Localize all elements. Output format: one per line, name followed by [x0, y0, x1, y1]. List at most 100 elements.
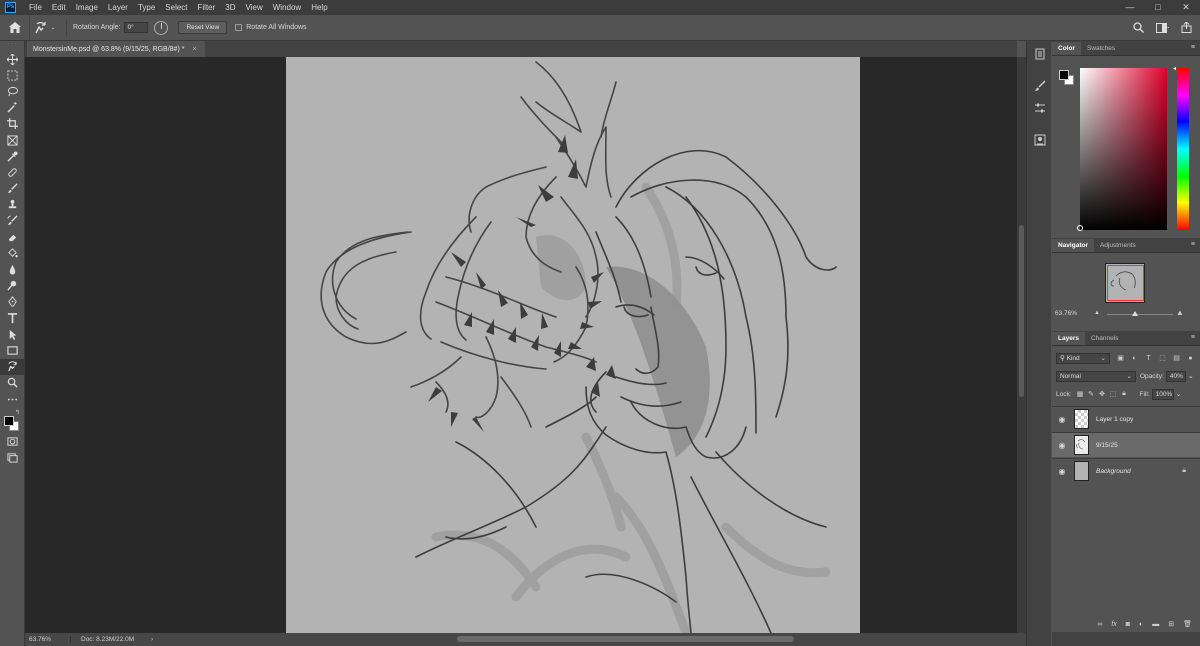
move-tool[interactable] [0, 51, 25, 67]
reset-view-button[interactable]: Reset View [178, 21, 228, 34]
add-mask-icon[interactable]: ◙ [1126, 621, 1130, 628]
blend-mode-select[interactable]: Normal ⌄ [1056, 370, 1136, 382]
vertical-scroll-thumb[interactable] [1019, 225, 1024, 397]
menu-window[interactable]: Window [268, 3, 306, 12]
horizontal-scroll-thumb[interactable] [457, 636, 795, 642]
color-foreground-swatch[interactable] [1059, 70, 1069, 80]
rectangle-tool[interactable] [0, 342, 25, 358]
status-arrow-icon[interactable]: › [151, 636, 153, 643]
paint-bucket-tool[interactable] [0, 245, 25, 261]
hue-slider-marker[interactable]: ◂ [1173, 65, 1176, 72]
layer-row[interactable]: ◉ Layer 1 copy [1052, 406, 1200, 431]
workspace-icon[interactable] [1156, 22, 1169, 33]
layer-name[interactable]: Background [1096, 468, 1131, 475]
link-layers-icon[interactable]: ∞ [1097, 621, 1102, 628]
zoom-level[interactable]: 63.76% [25, 636, 71, 643]
brush-settings-button[interactable] [1027, 77, 1052, 95]
document-info[interactable]: Doc: 8.23M/22.0M [71, 636, 151, 643]
rotate-view-preset-icon[interactable]: ⌄ [30, 21, 60, 34]
lasso-tool[interactable] [0, 83, 25, 99]
visibility-eye-icon[interactable]: ◉ [1052, 467, 1072, 476]
close-window-button[interactable]: ✕ [1172, 2, 1200, 13]
home-icon[interactable] [0, 14, 30, 41]
pen-tool[interactable] [0, 294, 25, 310]
delete-layer-icon[interactable]: 🗑︎ [1183, 620, 1192, 628]
minimize-button[interactable]: — [1116, 2, 1144, 13]
color-field-marker[interactable] [1077, 225, 1083, 231]
search-icon[interactable] [1133, 22, 1144, 33]
libraries-button[interactable] [1027, 131, 1052, 149]
menu-select[interactable]: Select [160, 3, 192, 12]
zoom-in-mountain-icon[interactable]: ▲ [1176, 308, 1184, 317]
layer-style-icon[interactable]: fx [1111, 621, 1116, 628]
layer-name[interactable]: Layer 1 copy [1096, 416, 1133, 423]
quick-mask-button[interactable] [0, 433, 25, 449]
navigator-view-box[interactable] [1107, 265, 1144, 301]
magic-wand-tool[interactable] [0, 100, 25, 116]
menu-image[interactable]: Image [71, 3, 103, 12]
visibility-eye-icon[interactable]: ◉ [1052, 415, 1072, 424]
lock-transparent-icon[interactable]: ▦ [1075, 389, 1086, 400]
share-icon[interactable] [1181, 22, 1192, 33]
screen-mode-button[interactable] [0, 449, 25, 465]
chevron-down-icon[interactable]: ⌄ [1188, 372, 1194, 380]
history-panel-button[interactable] [1027, 45, 1052, 63]
menu-3d[interactable]: 3D [220, 3, 240, 12]
color-swatches-tool[interactable]: ↰ [0, 407, 25, 433]
filter-type-icon[interactable]: T [1143, 353, 1154, 364]
filter-toggle-icon[interactable]: ● [1185, 353, 1196, 364]
maximize-button[interactable]: □ [1144, 2, 1172, 13]
color-field[interactable] [1080, 68, 1167, 230]
tab-layers[interactable]: Layers [1052, 332, 1085, 345]
new-layer-icon[interactable]: ⊞ [1168, 620, 1174, 628]
document-canvas[interactable] [286, 57, 860, 633]
filter-adjustment-icon[interactable]: ◐ [1129, 353, 1140, 364]
adjustment-layer-icon[interactable]: ◐ [1139, 621, 1143, 628]
tab-color[interactable]: Color [1052, 42, 1081, 55]
visibility-eye-icon[interactable]: ◉ [1052, 441, 1072, 450]
zoom-tool[interactable] [0, 375, 25, 391]
eyedropper-tool[interactable] [0, 148, 25, 164]
menu-view[interactable]: View [241, 3, 268, 12]
foreground-color-swatch[interactable] [4, 416, 14, 427]
layer-name[interactable]: 9/15/25 [1096, 442, 1118, 449]
crop-tool[interactable] [0, 116, 25, 132]
rotation-dial[interactable] [154, 20, 169, 35]
layer-filter-kind[interactable]: ⚲ Kind ⌄ [1056, 352, 1110, 364]
marquee-tool[interactable] [0, 67, 25, 83]
vertical-scrollbar[interactable] [1017, 57, 1026, 633]
navigator-zoom[interactable]: 63.76% [1055, 310, 1077, 317]
new-group-icon[interactable]: ▬ [1152, 621, 1159, 628]
filter-shape-icon[interactable]: ⬚ [1157, 353, 1168, 364]
path-selection-tool[interactable] [0, 326, 25, 342]
menu-help[interactable]: Help [306, 3, 332, 12]
type-tool[interactable] [0, 310, 25, 326]
canvas-area[interactable] [25, 57, 1017, 633]
rotate-all-windows-checkbox[interactable] [235, 24, 243, 31]
menu-file[interactable]: File [24, 3, 47, 12]
panel-menu-icon[interactable]: ≡ [1191, 44, 1195, 51]
tab-navigator[interactable]: Navigator [1052, 239, 1094, 252]
brush-tool[interactable] [0, 181, 25, 197]
frame-tool[interactable] [0, 132, 25, 148]
panel-menu-icon[interactable]: ≡ [1191, 241, 1195, 248]
navigator-zoom-slider[interactable] [1107, 314, 1173, 315]
history-brush-tool[interactable] [0, 213, 25, 229]
tab-channels[interactable]: Channels [1085, 332, 1124, 345]
blur-tool[interactable] [0, 261, 25, 277]
menu-type[interactable]: Type [133, 3, 160, 12]
zoom-out-mountain-icon[interactable]: ▲ [1094, 310, 1100, 316]
tab-swatches[interactable]: Swatches [1081, 42, 1121, 55]
lock-position-icon[interactable]: ✥ [1097, 389, 1108, 400]
more-tools-button[interactable] [0, 391, 25, 407]
menu-edit[interactable]: Edit [47, 3, 71, 12]
hue-slider[interactable] [1177, 68, 1189, 230]
layer-row-selected[interactable]: ◉ 9/15/25 [1052, 432, 1200, 457]
fill-input[interactable]: 100% [1151, 388, 1174, 400]
menu-layer[interactable]: Layer [103, 3, 133, 12]
filter-pixel-icon[interactable]: ▣ [1115, 353, 1126, 364]
navigator-zoom-knob[interactable] [1132, 311, 1138, 316]
navigator-thumbnail[interactable] [1105, 263, 1145, 303]
opacity-input[interactable]: 40% [1165, 370, 1186, 382]
rotation-angle-input[interactable] [124, 22, 149, 33]
